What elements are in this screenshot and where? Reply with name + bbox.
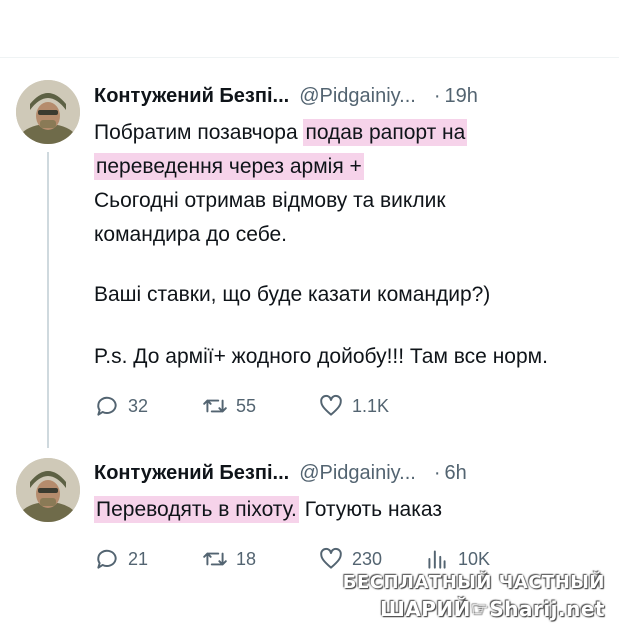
- watermark-line: БЕСПЛАТНЫЙ ЧАСТНЫЙ: [342, 572, 605, 593]
- author-handle[interactable]: @Pidgainiy...: [299, 85, 416, 108]
- tweet-thread: Контужений Безпі... @Pidgainiy... · 19h …: [0, 0, 619, 637]
- reply-button[interactable]: 21: [94, 545, 148, 573]
- highlighted-text: Переводять в піхоту.: [94, 496, 299, 523]
- author-handle[interactable]: @Pidgainiy...: [299, 462, 416, 485]
- timestamp[interactable]: 19h: [445, 85, 478, 108]
- retweet-button[interactable]: 55: [202, 392, 256, 420]
- tweet-text-line: командира до себе.: [94, 223, 288, 246]
- tweet-text-line: Сьогодні отримав відмову та виклик: [94, 189, 446, 212]
- retweet-icon: [203, 399, 227, 413]
- tweet-text-line: Ваші ставки, що буде казати командир?): [94, 283, 491, 306]
- tweet-header: Контужений Безпі... @Pidgainiy... · 19h: [94, 81, 478, 111]
- highlighted-text: подав рапорт на: [303, 119, 468, 146]
- views-button[interactable]: 10K: [424, 545, 490, 573]
- thread-connector-line: [47, 152, 49, 448]
- views-count: 10K: [458, 548, 491, 569]
- tweet-text-line: Переводять в піхоту. Готують наказ: [94, 496, 442, 523]
- reply-count: 21: [128, 548, 149, 569]
- tweet-text-line: Побратим позавчора подав рапорт на: [94, 119, 468, 146]
- author-name[interactable]: Контужений Безпі...: [94, 85, 289, 108]
- retweet-icon: [203, 552, 227, 566]
- reply-count: 32: [128, 395, 149, 416]
- retweet-count: 55: [236, 395, 257, 416]
- separator-dot: ·: [433, 461, 441, 484]
- author-name[interactable]: Контужений Безпі...: [94, 462, 289, 485]
- avatar[interactable]: [16, 458, 80, 522]
- retweet-button[interactable]: 18: [202, 545, 256, 573]
- like-count: 230: [352, 548, 383, 569]
- reply-icon: [97, 396, 117, 416]
- heart-icon: [320, 547, 342, 569]
- retweet-count: 18: [236, 548, 257, 569]
- like-count: 1.1K: [352, 395, 390, 416]
- timestamp[interactable]: 6h: [445, 462, 467, 485]
- avatar[interactable]: [16, 80, 80, 144]
- watermark-line: ШАРИЙ☞Sharij.net: [380, 597, 605, 621]
- reply-button[interactable]: 32: [94, 392, 148, 420]
- heart-icon: [320, 394, 342, 416]
- watermark: БЕСПЛАТНЫЙ ЧАСТНЫЙ ШАРИЙ☞Sharij.net: [343, 570, 605, 622]
- tweet-header: Контужений Безпі... @Pidgainiy... · 6h: [94, 458, 467, 488]
- views-icon: [428, 550, 446, 569]
- reply-icon: [97, 549, 117, 569]
- separator-dot: ·: [433, 84, 441, 107]
- like-button[interactable]: 230: [318, 545, 382, 573]
- tweet-text-line: P.s. До армії+ жодного дойобу!!! Там все…: [94, 345, 548, 368]
- highlighted-text: переведення через армія +: [94, 153, 364, 180]
- divider: [0, 57, 619, 58]
- tweet-text-line: переведення через армія +: [94, 150, 364, 184]
- like-button[interactable]: 1.1K: [318, 392, 389, 420]
